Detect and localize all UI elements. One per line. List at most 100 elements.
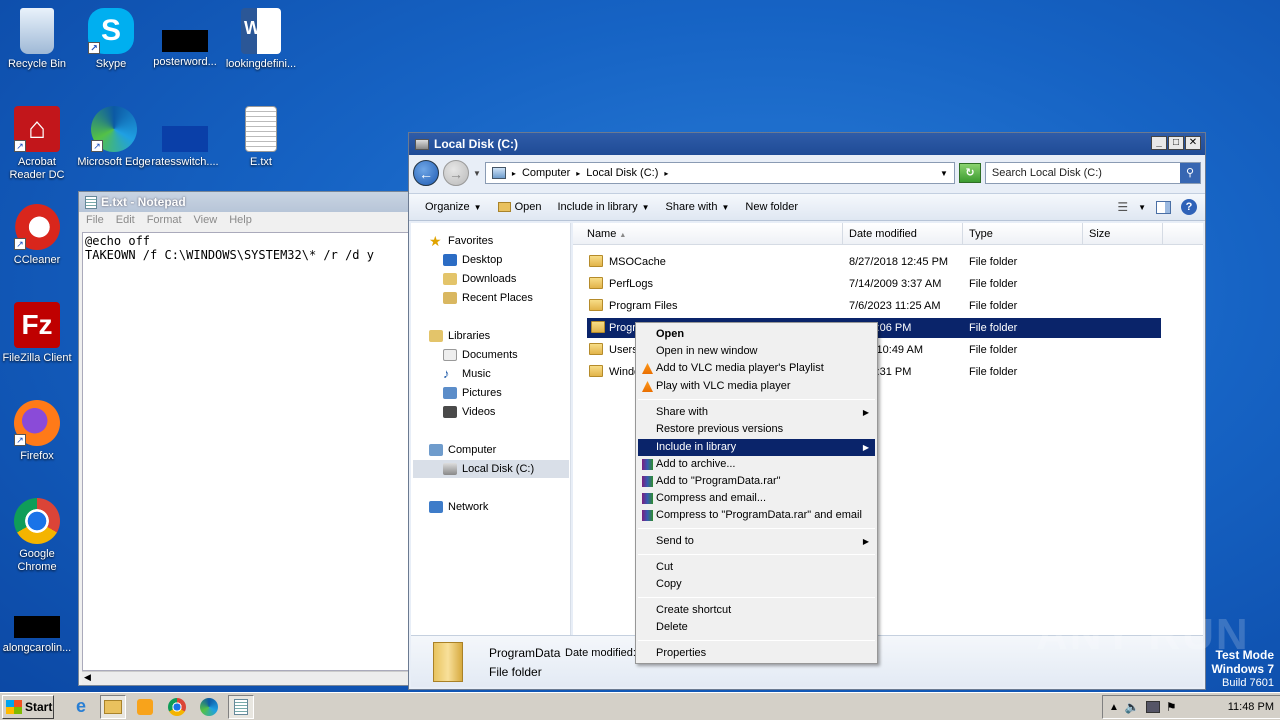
filezilla-icon: Fz <box>14 302 60 348</box>
nav-libraries[interactable]: Libraries <box>429 327 490 345</box>
notepad-titlebar[interactable]: E.txt - Notepad <box>79 192 417 212</box>
scroll-left-icon[interactable]: ◀ <box>84 672 91 683</box>
desktop-icon-alongcarolin[interactable]: alongcarolin... <box>0 616 74 655</box>
search-icon[interactable]: ⚲ <box>1180 163 1200 183</box>
taskbar-explorer[interactable] <box>100 694 126 719</box>
desktop-icon-lookingdefini[interactable]: W lookingdefini... <box>224 8 298 71</box>
maximize-button[interactable]: □ <box>1168 136 1184 150</box>
include-in-library-button[interactable]: Include in library ▼ <box>549 201 657 213</box>
close-button[interactable]: ✕ <box>1185 136 1201 150</box>
menu-send-to[interactable]: Send to ▶ <box>638 533 875 550</box>
chevron-down-icon[interactable]: ▼ <box>1138 203 1146 212</box>
taskbar-chrome[interactable] <box>164 695 190 719</box>
refresh-button[interactable]: ↻ <box>958 163 981 183</box>
menu-copy[interactable]: Copy <box>638 576 875 593</box>
back-button[interactable]: ← <box>413 160 439 186</box>
menu-compress-rar-email[interactable]: Compress to "ProgramData.rar" and email <box>638 507 875 524</box>
help-icon[interactable]: ? <box>1181 199 1197 215</box>
nav-desktop[interactable]: Desktop <box>443 251 502 269</box>
menu-create-shortcut[interactable]: Create shortcut <box>638 602 875 619</box>
organize-button[interactable]: Organize ▼ <box>417 201 490 213</box>
desktop-icon-acrobat[interactable]: ⌂ ↗ Acrobat Reader DC <box>0 106 74 182</box>
nav-downloads[interactable]: Downloads <box>443 270 516 288</box>
nav-network[interactable]: Network <box>429 498 488 516</box>
desktop-icon-filezilla[interactable]: Fz FileZilla Client <box>0 302 74 365</box>
show-hidden-icons-icon[interactable]: ▲ <box>1109 702 1119 713</box>
menu-vlc-playlist[interactable]: Add to VLC media player's Playlist <box>638 360 875 377</box>
desktop-icon-posterword[interactable]: posterword... <box>148 8 222 69</box>
desktop-icon-ratesswitch[interactable]: ratesswitch.... <box>148 106 222 169</box>
preview-pane-icon[interactable] <box>1156 200 1171 214</box>
taskbar-notepad[interactable] <box>228 694 254 719</box>
menu-edit[interactable]: Edit <box>116 214 135 228</box>
volume-icon[interactable]: 🔈 <box>1125 700 1140 714</box>
notepad-horizontal-scrollbar[interactable]: ◀ <box>82 671 417 685</box>
minimize-button[interactable]: _ <box>1151 136 1167 150</box>
menu-restore-previous[interactable]: Restore previous versions <box>638 421 875 438</box>
nav-pictures[interactable]: Pictures <box>443 384 502 402</box>
start-button[interactable]: Start <box>2 694 54 719</box>
address-bar[interactable]: ▸ Computer ▸ Local Disk (C:) ▸ ▼ <box>484 162 955 184</box>
menu-help[interactable]: Help <box>229 214 252 228</box>
taskbar-media-player[interactable] <box>132 695 158 719</box>
search-input[interactable]: Search Local Disk (C:) ⚲ <box>984 162 1201 184</box>
menu-share-with[interactable]: Share with ▶ <box>638 404 875 421</box>
desktop-icon-etxt[interactable]: E.txt <box>224 106 298 169</box>
desktop-icon-ccleaner[interactable]: ↗ CCleaner <box>0 204 74 267</box>
column-type[interactable]: Type <box>963 223 1083 245</box>
menu-vlc-play[interactable]: Play with VLC media player <box>638 378 875 395</box>
menu-open[interactable]: Open <box>638 326 875 343</box>
menu-include-in-library[interactable]: Include in library ▶ <box>638 439 875 456</box>
menu-compress-email[interactable]: Compress and email... <box>638 490 875 507</box>
nav-documents[interactable]: Documents <box>443 346 518 364</box>
desktop-icon-edge[interactable]: ↗ Microsoft Edge <box>74 106 154 169</box>
view-options-icon[interactable]: ☰ <box>1117 200 1128 214</box>
desktop-icon-skype[interactable]: S ↗ Skype <box>74 8 148 71</box>
nav-computer[interactable]: Computer <box>429 441 496 459</box>
address-dropdown-icon[interactable]: ▼ <box>940 169 948 178</box>
network-tray-icon[interactable] <box>1145 701 1160 713</box>
new-folder-button[interactable]: New folder <box>737 201 806 213</box>
history-dropdown-icon[interactable]: ▼ <box>473 169 481 178</box>
menu-add-to-rar[interactable]: Add to "ProgramData.rar" <box>638 473 875 490</box>
menu-open-new-window[interactable]: Open in new window <box>638 343 875 360</box>
breadcrumb-computer[interactable]: Computer <box>522 167 570 179</box>
notepad-text-area[interactable]: @echo off TAKEOWN /f C:\WINDOWS\SYSTEM32… <box>82 232 417 671</box>
explorer-titlebar[interactable]: Local Disk (C:) _ □ ✕ <box>409 133 1205 155</box>
action-center-flag-icon[interactable]: ⚑ <box>1166 700 1177 714</box>
nav-videos[interactable]: Videos <box>443 403 495 421</box>
menu-file[interactable]: File <box>86 214 104 228</box>
column-size[interactable]: Size <box>1083 223 1163 245</box>
desktop-icon-firefox[interactable]: ↗ Firefox <box>0 400 74 463</box>
share-with-button[interactable]: Share with ▼ <box>658 201 738 213</box>
submenu-arrow-icon: ▶ <box>862 443 869 452</box>
menu-view[interactable]: View <box>194 214 218 228</box>
desktop-icon-chrome[interactable]: Google Chrome <box>0 498 74 574</box>
file-row-perflogs[interactable]: PerfLogs 7/14/2009 3:37 AM File folder <box>585 274 1161 294</box>
file-row-program-files[interactable]: Program Files 7/6/2023 11:25 AM File folde… <box>585 296 1161 316</box>
breadcrumb-localdisk[interactable]: Local Disk (C:) <box>586 167 658 179</box>
menu-add-to-archive[interactable]: Add to archive... <box>638 456 875 473</box>
nav-music[interactable]: ♪ Music <box>443 365 491 383</box>
file-date: 7/14/2009 3:37 AM <box>849 278 942 290</box>
menu-cut[interactable]: Cut <box>638 559 875 576</box>
nav-favorites[interactable]: ★ Favorites <box>429 232 493 250</box>
desktop-icon-recycle-bin[interactable]: Recycle Bin <box>0 8 74 71</box>
folder-icon <box>589 277 603 289</box>
column-name[interactable]: Name ▲ <box>581 223 843 245</box>
vlc-icon <box>642 363 653 374</box>
forward-button[interactable]: → <box>443 160 469 186</box>
nav-local-disk[interactable]: Local Disk (C:) <box>413 460 569 478</box>
taskbar-edge[interactable] <box>196 695 222 719</box>
menu-properties[interactable]: Properties <box>638 645 875 662</box>
notepad-window[interactable]: E.txt - Notepad File Edit Format View He… <box>78 191 418 686</box>
open-button[interactable]: Open <box>490 201 550 213</box>
clock[interactable]: 11:48 PM <box>1228 701 1274 713</box>
menu-format[interactable]: Format <box>147 214 182 228</box>
open-label: Open <box>514 201 542 213</box>
nav-recent-places[interactable]: Recent Places <box>443 289 533 307</box>
column-date[interactable]: Date modified <box>843 223 963 245</box>
taskbar-ie[interactable]: e <box>68 695 94 719</box>
menu-delete[interactable]: Delete <box>638 619 875 636</box>
file-row-msocache[interactable]: MSOCache 8/27/2018 12:45 PM File folder <box>585 252 1161 272</box>
